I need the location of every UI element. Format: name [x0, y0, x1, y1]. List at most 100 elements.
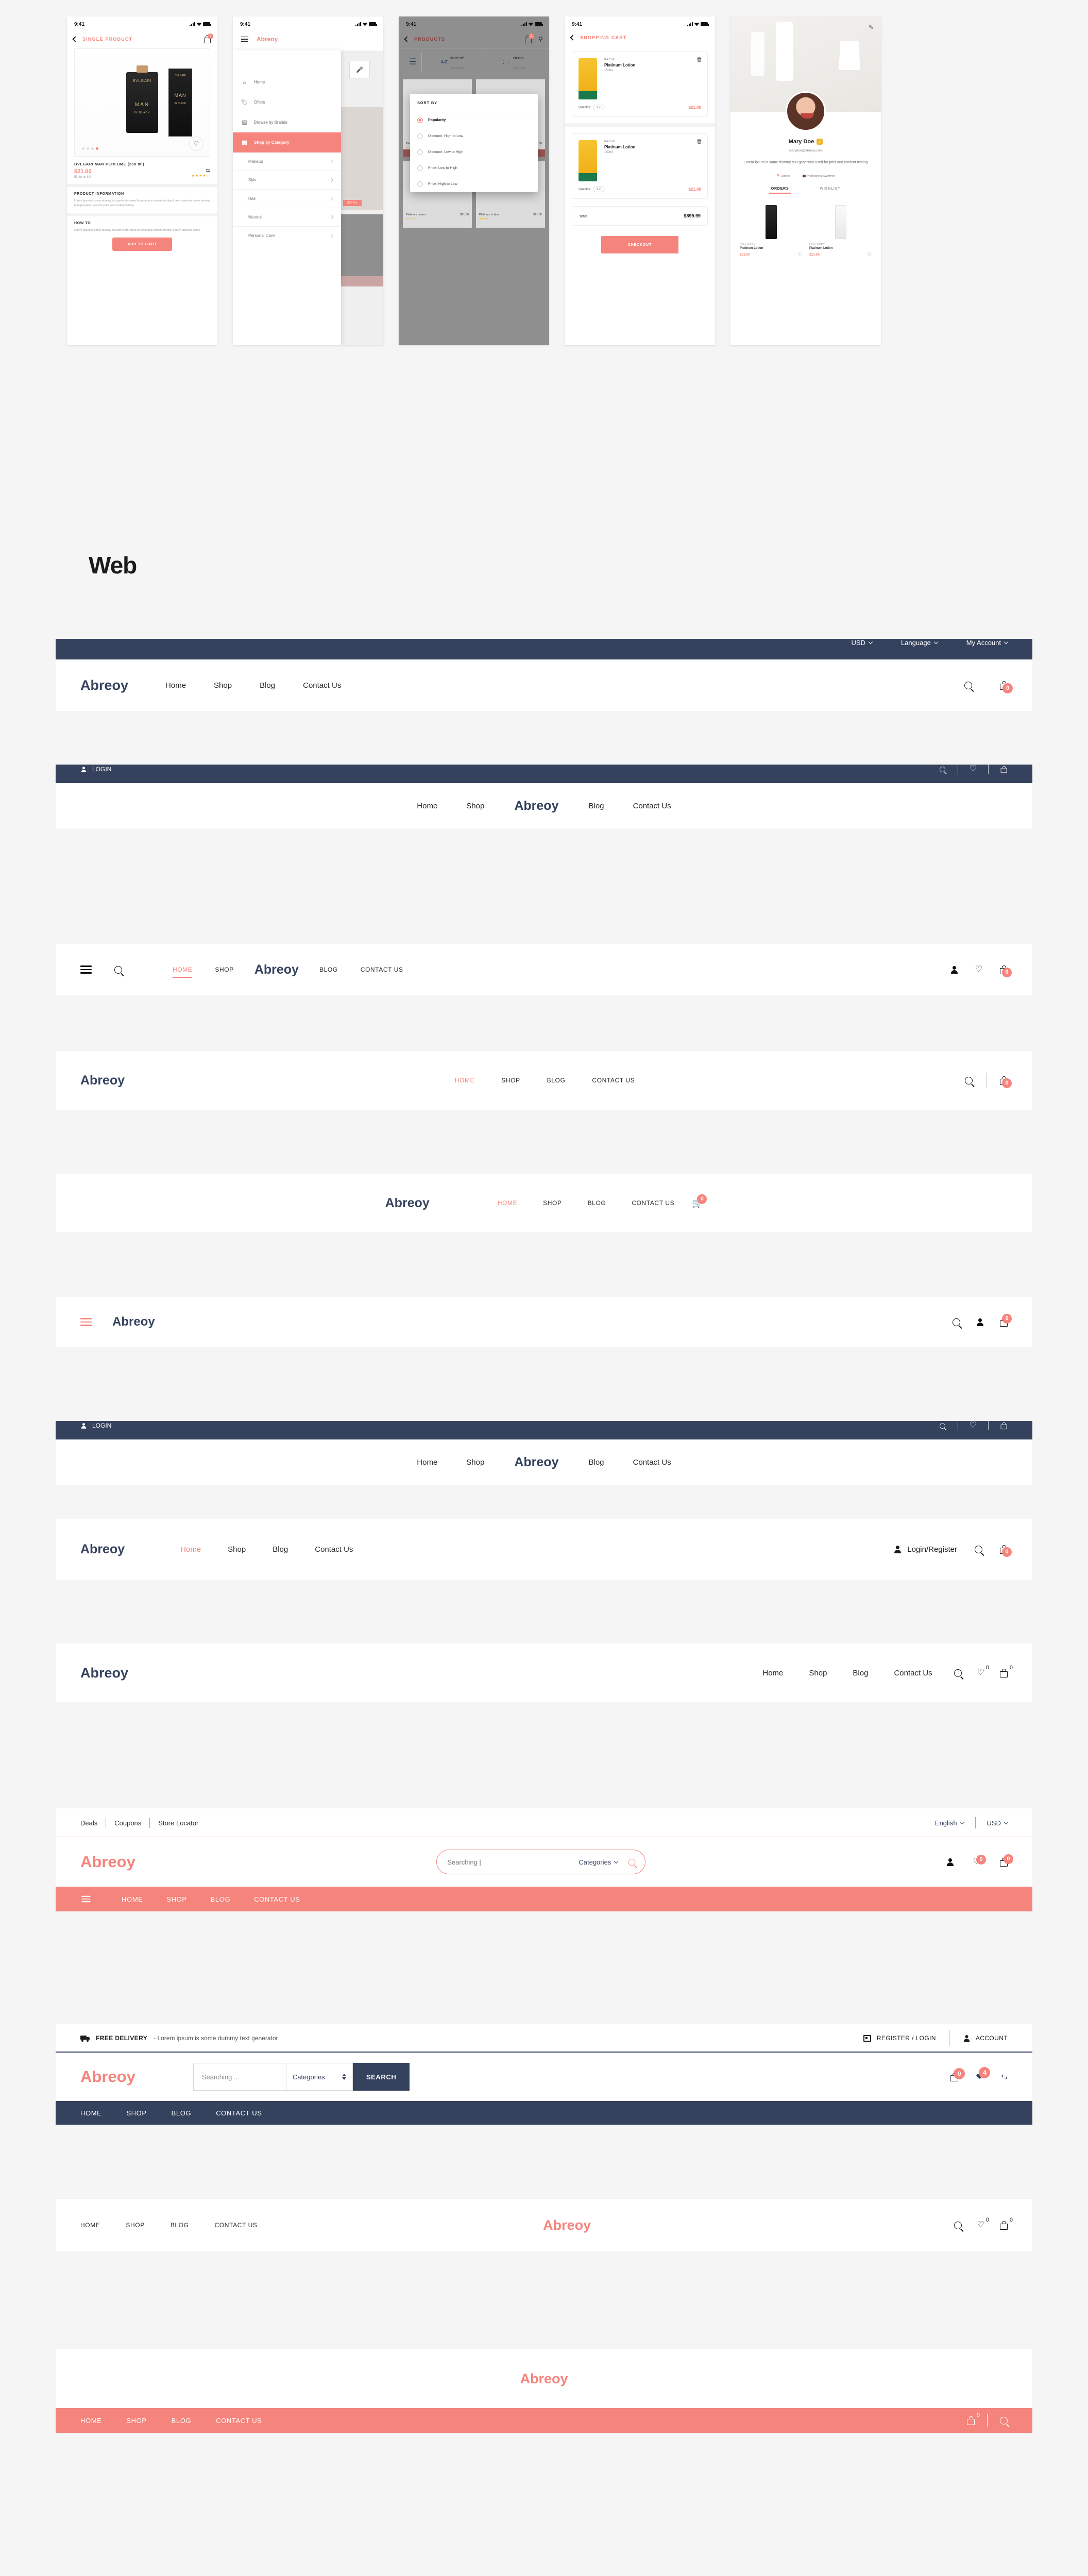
wishlist-icon[interactable]: ♡	[975, 965, 982, 974]
nav-link-blog[interactable]: Blog	[260, 681, 275, 690]
nav-link-blog[interactable]: BLOG	[319, 966, 338, 973]
nav-link-shop[interactable]: Shop	[466, 802, 484, 810]
search-input[interactable]: Searching ...	[193, 2063, 286, 2091]
cart-icon[interactable]: 0	[967, 2412, 980, 2425]
wishlist-heart-icon[interactable]: ♡	[798, 252, 802, 258]
nav-link-blog[interactable]: Blog	[588, 802, 604, 810]
wishlist-icon[interactable]: ❤ 4	[976, 2066, 991, 2082]
carousel-dots[interactable]	[82, 147, 98, 150]
wishlist-icon[interactable]: ♡ 0	[973, 1855, 986, 1866]
search-icon[interactable]	[1000, 2416, 1008, 2425]
wishlist-heart-icon[interactable]: ♡	[868, 252, 872, 258]
nav-link-shop[interactable]: Shop	[214, 681, 232, 690]
toplink-store-locator[interactable]: Store Locator	[150, 1819, 198, 1827]
categories-selector[interactable]: Categories	[579, 1858, 625, 1866]
search-icon[interactable]	[114, 965, 122, 974]
nav-link-home[interactable]: Home	[417, 802, 437, 810]
drawer-category-natural[interactable]: Natural	[233, 208, 341, 227]
nav-link-home[interactable]: HOME	[455, 1077, 474, 1084]
toplink-deals[interactable]: Deals	[80, 1819, 106, 1827]
sort-option-popularity[interactable]: Popularity	[410, 112, 538, 128]
nav-link-blog[interactable]: BLOG	[172, 2109, 192, 2117]
cart-icon[interactable]: 0	[1000, 965, 1012, 977]
nav-link-home[interactable]: HOME	[80, 2109, 101, 2117]
cart-icon[interactable]: 0	[950, 2067, 965, 2081]
brand-logo[interactable]: Abreoy	[80, 677, 128, 693]
nav-link-home[interactable]: Home	[180, 1545, 201, 1554]
nav-link-shop[interactable]: SHOP	[166, 1895, 186, 1903]
nav-link-home[interactable]: Home	[165, 681, 186, 690]
hamburger-icon[interactable]	[80, 1316, 92, 1328]
nav-link-contact-us[interactable]: CONTACT US	[216, 2417, 262, 2425]
cart-icon[interactable]: 0	[1000, 1665, 1013, 1677]
cart-icon[interactable]: 2	[204, 33, 213, 43]
sort-option-discount-low-high[interactable]: Discount: Low to High	[410, 144, 538, 160]
back-icon[interactable]	[570, 35, 576, 41]
hamburger-icon[interactable]	[241, 35, 248, 43]
nav-link-blog[interactable]: Blog	[273, 1545, 288, 1554]
cart-icon[interactable]	[1000, 766, 1007, 773]
nav-link-contact-us[interactable]: Contact Us	[303, 681, 341, 690]
back-icon[interactable]	[404, 36, 410, 42]
brand-logo[interactable]: Abreoy	[543, 2217, 591, 2233]
account-button[interactable]: ACCOUNT	[950, 2035, 1008, 2042]
wishlist-icon[interactable]: ♡ 0	[977, 1665, 989, 1677]
hamburger-icon[interactable]	[81, 1894, 91, 1904]
brand-logo[interactable]: Abreoy	[80, 1665, 128, 1681]
brand-logo[interactable]: Abreoy	[514, 1455, 558, 1470]
cart-icon[interactable]: 2	[525, 33, 535, 43]
login-button[interactable]: LOGIN	[80, 766, 111, 773]
search-icon[interactable]	[954, 2221, 962, 2229]
drawer-item-shop-by-category[interactable]: ▦ Shop by Category	[233, 132, 341, 152]
login-register-button[interactable]: Login/Register	[894, 1545, 957, 1554]
drawer-category-hair[interactable]: Hair	[233, 190, 341, 208]
sort-by-control[interactable]: A‹Z SORT BY Alpabetically	[421, 53, 483, 71]
wishlist-heart-icon[interactable]: ♡	[189, 137, 203, 151]
currency-selector[interactable]: USD	[852, 639, 873, 647]
drawer-item-home[interactable]: ⌂ Home	[233, 72, 341, 92]
nav-link-shop[interactable]: Shop	[809, 1669, 827, 1677]
drawer-category-personal-care[interactable]: Personal Care	[233, 227, 341, 245]
search-button[interactable]: SEARCH	[352, 2063, 410, 2091]
hamburger-icon[interactable]	[80, 963, 92, 976]
wishlist-icon[interactable]: ♡ 0	[977, 2217, 989, 2229]
nav-link-shop[interactable]: SHOP	[126, 2417, 146, 2425]
cart-icon[interactable]: 0	[1000, 1313, 1012, 1327]
sort-option-discount-high-low[interactable]: Discount: High to Low	[410, 128, 538, 144]
search-icon[interactable]	[975, 1545, 982, 1553]
nav-link-home[interactable]: Home	[762, 1669, 783, 1677]
toplink-coupons[interactable]: Coupons	[106, 1819, 149, 1827]
brand-logo[interactable]: Abreoy	[385, 1196, 430, 1211]
search-icon[interactable]: ⚲	[538, 36, 543, 43]
categories-selector[interactable]: Categories	[285, 2063, 353, 2091]
cart-icon[interactable]: 0	[1000, 1545, 1012, 1557]
brand-logo[interactable]: Abreoy	[80, 1073, 125, 1088]
edit-icon[interactable]: ✎	[869, 24, 874, 31]
account-icon[interactable]	[977, 1318, 983, 1326]
share-icon[interactable]: ⇆	[192, 168, 210, 174]
nav-link-blog[interactable]: BLOG	[171, 2222, 189, 2229]
search-icon[interactable]	[965, 1076, 973, 1084]
list-view-icon[interactable]: ☰	[404, 57, 421, 67]
cart-icon[interactable]: 🛒 0	[692, 1194, 707, 1208]
register-login-button[interactable]: REGISTER / LOGIN	[863, 2035, 949, 2042]
drawer-item-offers[interactable]: 🏷 Offers	[233, 92, 341, 112]
nav-link-contact-us[interactable]: Contact Us	[633, 802, 671, 810]
nav-link-contact-us[interactable]: Contact Us	[315, 1545, 353, 1554]
nav-link-contact-us[interactable]: CONTACT US	[632, 1199, 674, 1207]
currency-selector[interactable]: USD	[976, 1819, 1009, 1827]
language-selector[interactable]: English	[935, 1819, 975, 1827]
cart-icon[interactable]: 0	[1000, 1854, 1013, 1867]
add-to-cart-button[interactable]: ADD TO CART	[112, 238, 172, 251]
delete-icon[interactable]: 🗑	[696, 139, 702, 145]
compare-icon[interactable]: ⇆	[1001, 2073, 1008, 2081]
cart-icon[interactable]	[1000, 1422, 1007, 1429]
nav-link-contact-us[interactable]: CONTACT US	[254, 1895, 300, 1903]
nav-link-blog[interactable]: BLOG	[588, 1199, 606, 1207]
nav-link-home[interactable]: HOME	[80, 2222, 100, 2229]
delete-icon[interactable]: 🗑	[696, 57, 702, 63]
brand-logo[interactable]: Abreoy	[80, 1853, 135, 1871]
nav-link-shop[interactable]: SHOP	[543, 1199, 562, 1207]
qty-stepper[interactable]: 2 ▾	[593, 105, 605, 110]
nav-link-blog[interactable]: Blog	[588, 1458, 604, 1467]
